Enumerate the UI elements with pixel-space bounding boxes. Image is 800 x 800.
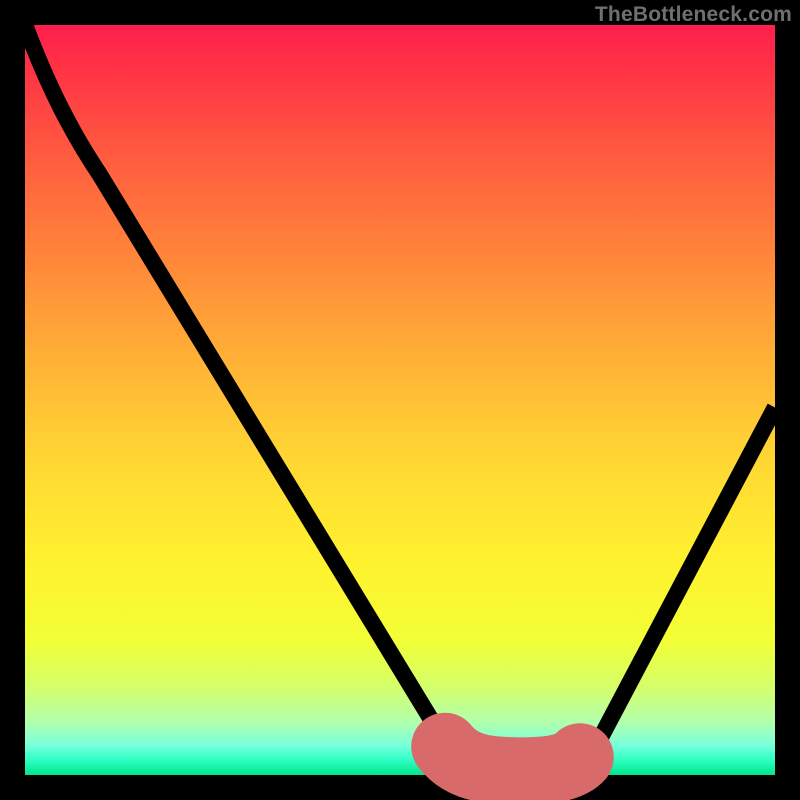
optimal-end-dot bbox=[573, 747, 589, 764]
chart-plot-area bbox=[25, 25, 775, 775]
bottleneck-curve bbox=[25, 25, 775, 771]
chart-svg bbox=[25, 25, 775, 775]
watermark-text: TheBottleneck.com bbox=[595, 3, 792, 27]
chart-frame: TheBottleneck.com bbox=[0, 0, 800, 800]
optimal-range-band bbox=[445, 747, 580, 772]
